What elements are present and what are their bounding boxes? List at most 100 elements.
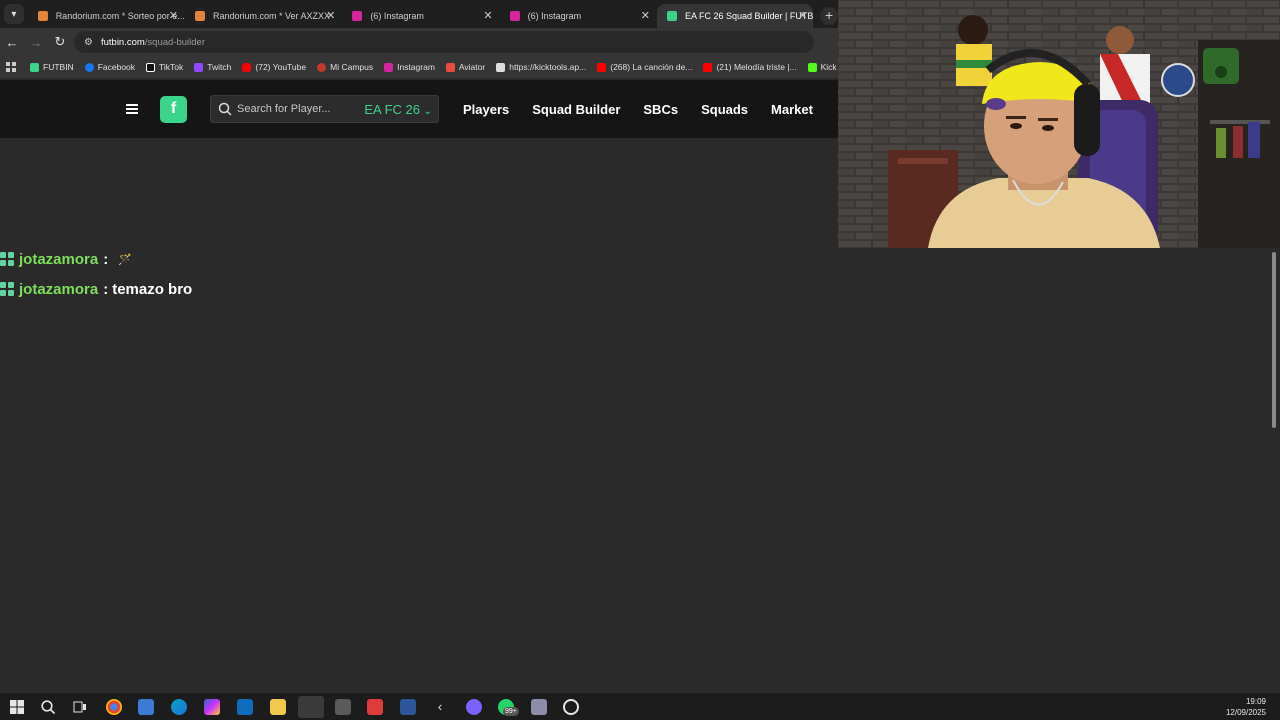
- youtube-icon: [597, 62, 607, 72]
- url-path: /squad-builder: [144, 36, 206, 48]
- chrome-icon[interactable]: [106, 699, 122, 715]
- nav-market[interactable]: Market: [771, 102, 813, 117]
- apps-grid-icon[interactable]: [6, 62, 16, 72]
- twitch-icon: [194, 62, 204, 72]
- close-icon[interactable]: ✕: [326, 9, 335, 22]
- instagram-favicon-icon: [509, 11, 520, 21]
- browser-tabstrip: ▾ Randorium.com * Sorteo por e... ✕ Rand…: [0, 0, 838, 28]
- page-content: jotazamora : 🪄 jotazamora : temazo bro: [0, 138, 838, 692]
- page-scrollbar[interactable]: [1270, 248, 1278, 692]
- address-bar[interactable]: ⚙ futbin.com/squad-builder: [74, 31, 814, 53]
- futbin-favicon-icon: [666, 11, 677, 21]
- bookmark-youtube-melodia[interactable]: (21) Melodía triste |...: [703, 62, 797, 72]
- close-icon[interactable]: ✕: [169, 9, 178, 22]
- app-circle-icon[interactable]: [563, 699, 579, 715]
- copilot-icon[interactable]: [204, 699, 220, 715]
- bookmark-youtube[interactable]: (72) YouTube: [242, 62, 306, 72]
- tab-title: Randorium.com * Ver AXZXX: [213, 11, 331, 21]
- youtube-icon: [703, 62, 713, 72]
- system-clock[interactable]: 19:09 12/09/2025: [1226, 696, 1266, 718]
- chevron-down-icon: ⌄: [423, 105, 432, 117]
- youtube-icon: [242, 62, 252, 72]
- browser-toolbar: ← → ↻ ⚙ futbin.com/squad-builder: [0, 28, 838, 56]
- clock-date: 12/09/2025: [1225, 708, 1266, 717]
- menu-hamburger-icon[interactable]: [126, 104, 138, 114]
- browser-tab-3[interactable]: (6) Instagram ✕: [342, 4, 498, 28]
- webcam-scene-icon: [838, 0, 1280, 248]
- futbin-icon: [30, 62, 39, 72]
- microsoft-store-icon[interactable]: [138, 699, 154, 715]
- discord-icon[interactable]: [466, 699, 482, 715]
- chat-badge-icon: [0, 282, 14, 296]
- bookmark-mi-campus[interactable]: Mi Campus: [317, 62, 373, 72]
- player-search-box[interactable]: Search for Player... EA FC 26 ⌄: [210, 95, 439, 123]
- chat-message: jotazamora : 🪄: [0, 244, 192, 274]
- close-icon[interactable]: ✕: [798, 9, 807, 22]
- app-red-icon[interactable]: [367, 699, 383, 715]
- tab-title: (6) Instagram: [370, 11, 424, 21]
- close-icon[interactable]: ✕: [641, 9, 650, 22]
- instagram-icon: [384, 62, 394, 72]
- bookmark-instagram[interactable]: Instagram: [384, 62, 435, 72]
- task-view-icon[interactable]: [72, 699, 88, 715]
- word-icon[interactable]: [400, 699, 416, 715]
- chat-username: jotazamora: [19, 280, 99, 298]
- obs-active-app-icon[interactable]: [298, 696, 324, 718]
- chevron-down-icon: ▾: [11, 8, 17, 20]
- nav-sbcs[interactable]: SBCs: [643, 102, 678, 117]
- tiktok-icon: [146, 62, 156, 72]
- chat-text: temazo bro: [112, 280, 193, 298]
- tab-title: Randorium.com * Sorteo por e...: [55, 11, 184, 21]
- browser-tab-2[interactable]: Randorium.com * Ver AXZXX ✕: [185, 4, 341, 28]
- grid-icon: [496, 62, 506, 72]
- futbin-logo[interactable]: f: [160, 95, 187, 123]
- bookmark-aviator[interactable]: Aviator: [445, 62, 485, 72]
- facebook-icon: [84, 62, 94, 72]
- bookmark-tiktok[interactable]: TikTok: [146, 62, 183, 72]
- randorium-favicon-icon: [195, 11, 205, 21]
- main-nav: Players Squad Builder SBCs Squads Market: [463, 102, 836, 117]
- magic-wand-icon: 🪄: [118, 253, 132, 266]
- edge-icon[interactable]: [171, 699, 187, 715]
- site-settings-icon[interactable]: ⚙: [84, 37, 93, 48]
- search-icon: [218, 102, 232, 116]
- forward-arrow-icon[interactable]: →: [24, 35, 48, 50]
- nav-players[interactable]: Players: [463, 102, 509, 117]
- reload-icon[interactable]: ↻: [48, 34, 72, 50]
- bookmark-youtube-cancion[interactable]: (268) La canción de...: [597, 62, 692, 72]
- file-explorer-icon[interactable]: [270, 699, 286, 715]
- tab-search-button[interactable]: ▾: [4, 4, 24, 24]
- version-dropdown[interactable]: EA FC 26 ⌄: [364, 102, 432, 117]
- bookmark-twitch[interactable]: Twitch: [194, 62, 231, 72]
- app-rocket-icon[interactable]: [531, 699, 547, 715]
- randorium-favicon-icon: [37, 11, 48, 21]
- scrollbar-thumb[interactable]: [1272, 252, 1276, 428]
- stream-chat-overlay: jotazamora : 🪄 jotazamora : temazo bro: [0, 244, 192, 304]
- bookmarks-bar: FUTBIN Facebook TikTok Twitch (72) YouTu…: [0, 56, 838, 78]
- browser-tab-5-active[interactable]: EA FC 26 Squad Builder | FUTBIN ✕: [656, 4, 814, 28]
- bookmark-kick[interactable]: Kick: [807, 62, 837, 72]
- browser-tab-1[interactable]: Randorium.com * Sorteo por e... ✕: [28, 4, 184, 28]
- app-cat-icon[interactable]: [335, 699, 351, 715]
- tab-title: EA FC 26 Squad Builder | FUTBIN: [684, 11, 814, 21]
- chat-username: jotazamora: [19, 250, 99, 268]
- browser-tab-4[interactable]: (6) Instagram ✕: [500, 4, 656, 28]
- back-arrow-icon[interactable]: ←: [0, 35, 24, 50]
- webcam-overlay: [838, 0, 1280, 248]
- search-icon[interactable]: [40, 699, 56, 715]
- close-icon[interactable]: ✕: [483, 9, 492, 22]
- clock-time: 19:09: [1245, 697, 1266, 706]
- windows-start-icon[interactable]: [9, 699, 25, 715]
- chat-message: jotazamora : temazo bro: [0, 274, 192, 304]
- capcut-icon[interactable]: ‹: [432, 699, 448, 715]
- search-input[interactable]: Search for Player...: [237, 103, 364, 115]
- new-tab-button[interactable]: +: [820, 7, 838, 25]
- bookmark-futbin[interactable]: FUTBIN: [30, 62, 74, 72]
- bookmark-facebook[interactable]: Facebook: [84, 62, 135, 72]
- screen: ▾ Randorium.com * Sorteo por e... ✕ Rand…: [0, 0, 1280, 720]
- futbin-header: f Search for Player... EA FC 26 ⌄ Player…: [0, 80, 838, 138]
- bookmark-kicktools[interactable]: https://kicktools.ap...: [496, 62, 586, 72]
- nav-squad-builder[interactable]: Squad Builder: [532, 102, 620, 117]
- nav-squads[interactable]: Squads: [701, 102, 748, 117]
- outlook-icon[interactable]: [237, 699, 253, 715]
